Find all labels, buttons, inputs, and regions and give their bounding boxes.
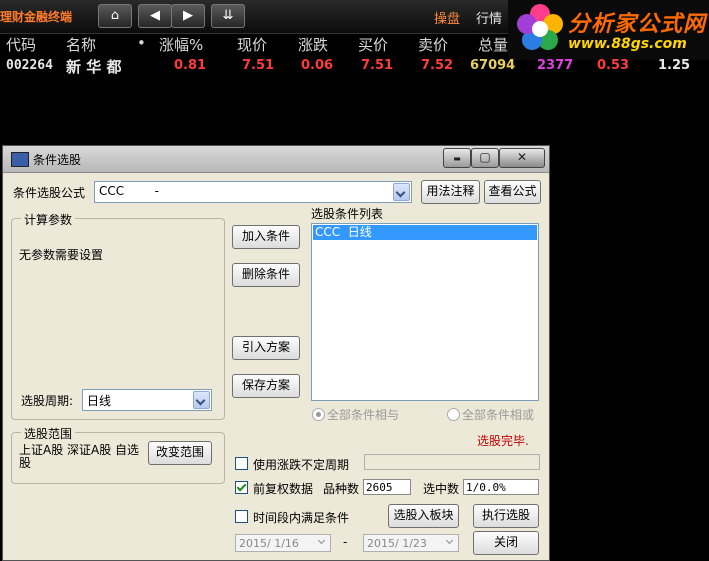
chevron-down-icon[interactable] xyxy=(193,391,210,409)
condition-list[interactable]: CCC 日线 xyxy=(311,223,539,401)
params-group-title: 计算参数 xyxy=(21,211,76,228)
next-button[interactable]: ▶ xyxy=(171,4,205,28)
quote-volume: 67094 xyxy=(470,58,516,73)
close-window-button[interactable]: ✕ xyxy=(499,148,545,168)
add-to-block-button[interactable]: 选股入板块 xyxy=(388,504,459,528)
app-title: 理财金融终端 xyxy=(0,10,73,24)
condition-list-label: 选股条件列表 xyxy=(311,207,384,221)
view-formula-button[interactable]: 查看公式 xyxy=(484,180,541,204)
variety-count-label: 品种数 xyxy=(323,482,360,496)
scope-text: 上证A股 深证A股 自选股 xyxy=(19,443,140,470)
arrow-left-icon: ◀ xyxy=(150,8,160,23)
home-button[interactable]: ⌂ xyxy=(98,4,132,28)
quote-name[interactable]: 新 华 都 xyxy=(66,56,121,77)
prev-adjust-label[interactable]: 前复权数据 xyxy=(253,480,313,497)
radio-all-or[interactable] xyxy=(447,408,460,421)
chevron-down-icon[interactable] xyxy=(443,536,457,550)
col-header-dot: • xyxy=(137,34,146,52)
site-logo: 分析家公式网 www.88gs.com xyxy=(508,0,709,60)
quote-bid: 7.51 xyxy=(361,58,394,73)
delete-condition-button[interactable]: 删除条件 xyxy=(232,263,300,287)
date-from-picker[interactable]: 2015/ 1/16 xyxy=(235,534,331,552)
close-icon: ✕ xyxy=(516,150,528,164)
usage-notes-button[interactable]: 用法注释 xyxy=(421,180,480,204)
period-satisfy-label[interactable]: 时间段内满足条件 xyxy=(253,509,349,526)
selected-count-label: 选中数 xyxy=(423,482,460,496)
use-uncertain-period-checkbox[interactable] xyxy=(235,457,248,470)
close-button[interactable]: 关闭 xyxy=(473,531,539,555)
col-header-name[interactable]: 名称 xyxy=(66,34,96,55)
maximize-button[interactable]: ▢ xyxy=(471,148,499,168)
date-from-value: 2015/ 1/16 xyxy=(239,537,299,550)
quote-extra-1: 2377 xyxy=(537,58,574,73)
selected-count-field: 1/0.0% xyxy=(463,479,539,495)
date-separator: - xyxy=(343,535,348,549)
col-header-bid[interactable]: 买价 xyxy=(358,34,388,55)
chevron-down-icon[interactable] xyxy=(315,536,329,550)
radio-all-or-label[interactable]: 全部条件相或 xyxy=(462,406,534,423)
col-header-change-pct[interactable]: 涨幅% xyxy=(159,34,203,55)
minimize-button[interactable]: ▬ xyxy=(443,148,471,168)
expand-button[interactable]: ⇊ xyxy=(211,4,245,28)
period-label: 选股周期: xyxy=(21,394,74,408)
window-icon xyxy=(11,152,29,167)
run-screening-button[interactable]: 执行选股 xyxy=(473,504,539,528)
logo-name: 分析家公式网 xyxy=(568,12,707,37)
logo-url: www.88gs.com xyxy=(568,36,687,52)
quote-price: 7.51 xyxy=(242,58,275,73)
radio-all-and-label[interactable]: 全部条件相与 xyxy=(327,406,399,423)
import-scheme-button[interactable]: 引入方案 xyxy=(232,336,300,360)
use-uncertain-period-label[interactable]: 使用涨跌不定周期 xyxy=(253,456,349,473)
prev-button[interactable]: ◀ xyxy=(138,4,172,28)
add-condition-button[interactable]: 加入条件 xyxy=(232,225,300,249)
quote-code[interactable]: 002264 xyxy=(6,58,53,73)
progress-bar xyxy=(364,454,540,470)
period-select-value: 日线 xyxy=(87,394,112,408)
chevron-down-icon[interactable] xyxy=(393,183,410,201)
col-header-code[interactable]: 代码 xyxy=(6,34,36,55)
quote-extra-2: 0.53 xyxy=(597,58,630,73)
quote-change: 0.06 xyxy=(301,58,334,73)
condition-list-item[interactable]: CCC 日线 xyxy=(313,225,537,240)
tab-quote[interactable]: 行情 xyxy=(476,8,502,27)
save-scheme-button[interactable]: 保存方案 xyxy=(232,374,300,398)
no-params-text: 无参数需要设置 xyxy=(19,248,104,262)
period-satisfy-checkbox[interactable] xyxy=(235,510,248,523)
col-header-change[interactable]: 涨跌 xyxy=(298,34,328,55)
scope-group-title: 选股范围 xyxy=(21,425,76,442)
formula-label: 条件选股公式 xyxy=(13,186,86,200)
formula-select-value: CCC - xyxy=(99,184,159,198)
col-header-volume[interactable]: 总量 xyxy=(478,34,508,55)
dialog-titlebar[interactable]: 条件选股 ▬ ▢ ✕ xyxy=(3,146,549,173)
date-to-picker[interactable]: 2015/ 1/23 xyxy=(363,534,459,552)
minimize-icon: ▬ xyxy=(453,154,461,163)
formula-select[interactable]: CCC - xyxy=(94,181,412,203)
radio-all-and[interactable] xyxy=(312,408,325,421)
quote-change-pct: 0.81 xyxy=(174,58,207,73)
period-select[interactable]: 日线 xyxy=(82,389,212,411)
quote-ask: 7.52 xyxy=(421,58,454,73)
quote-extra-3: 1.25 xyxy=(658,58,691,73)
col-header-ask[interactable]: 卖价 xyxy=(418,34,448,55)
date-to-value: 2015/ 1/23 xyxy=(367,537,427,550)
dialog-title: 条件选股 xyxy=(33,153,82,167)
arrow-right-icon: ▶ xyxy=(183,8,193,23)
col-header-price[interactable]: 现价 xyxy=(237,34,267,55)
status-text: 选股完毕. xyxy=(477,434,529,448)
home-icon: ⌂ xyxy=(110,8,120,23)
change-scope-button[interactable]: 改变范围 xyxy=(148,441,212,465)
prev-adjust-checkbox[interactable] xyxy=(235,481,248,494)
maximize-icon: ▢ xyxy=(479,150,491,164)
condition-screening-dialog: 条件选股 ▬ ▢ ✕ 条件选股公式 CCC - 用法注释 查看公式 计算参数 无… xyxy=(2,145,550,561)
variety-count-field: 2605 xyxy=(363,479,411,495)
flower-logo-icon xyxy=(517,4,563,50)
tab-trade[interactable]: 操盘 xyxy=(434,8,460,27)
chevron-double-down-icon: ⇊ xyxy=(222,8,234,23)
